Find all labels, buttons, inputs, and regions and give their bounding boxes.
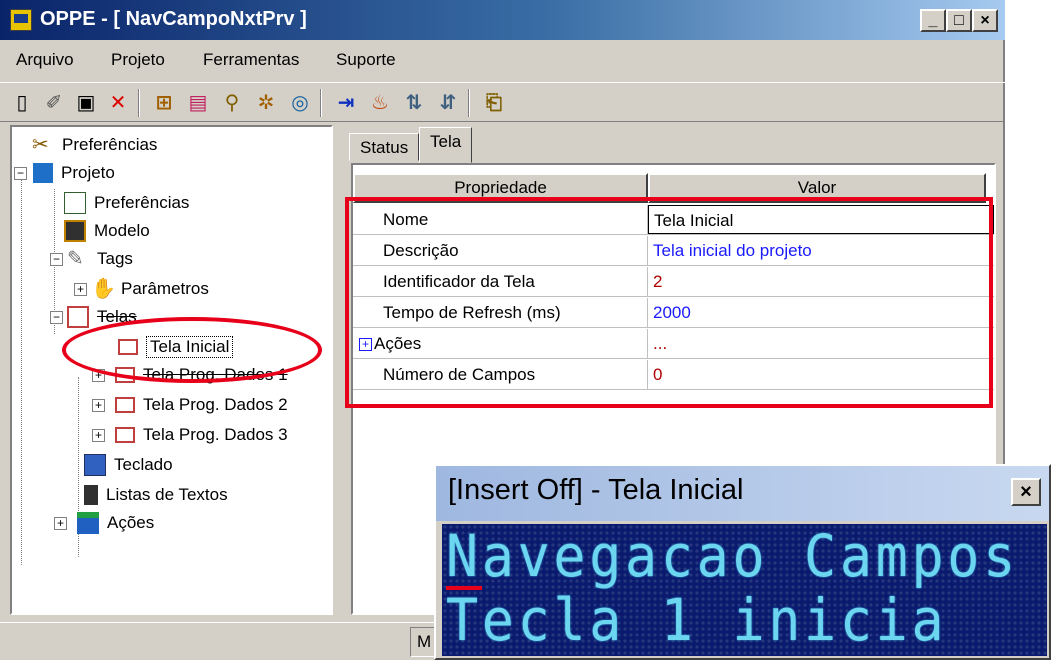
lcd-preview-window: [Insert Off] - Tela Inicial × Navegacao … [434, 464, 1051, 660]
window-title: OPPE - [ NavCampoNxtPrv ] [40, 8, 307, 30]
screens-icon [67, 306, 89, 328]
lcd-close-button[interactable]: × [1011, 478, 1041, 506]
tree-item-tela-prog-2[interactable]: + Tela Prog. Dados 2 [92, 391, 288, 419]
toolbar-separator [468, 89, 470, 117]
refresh-icon[interactable]: ◎ [286, 89, 314, 117]
project-icon [33, 163, 53, 183]
wrench-icon: ✂ [32, 134, 49, 156]
menu-projeto[interactable]: Projeto [111, 50, 165, 70]
expand-icon[interactable]: + [92, 428, 105, 442]
lcd-window-title: [Insert Off] - Tela Inicial [448, 474, 744, 506]
transfer-icon[interactable]: ⇅ [400, 89, 428, 117]
tree-item-acoes[interactable]: + Ações [54, 509, 154, 537]
expand-icon[interactable]: + [54, 516, 67, 530]
minimize-button[interactable]: _ [920, 9, 946, 32]
collapse-icon[interactable]: − [50, 310, 63, 324]
toolbar-separator [320, 89, 322, 117]
tree-item-teclado[interactable]: Teclado [84, 451, 173, 479]
tree-item-listas[interactable]: Listas de Textos [84, 481, 228, 509]
text-list-icon [84, 485, 98, 505]
exit-icon[interactable]: ⎗ [480, 89, 508, 117]
keyboard-icon [84, 454, 106, 476]
tree-item-preferencias-root[interactable]: ✂ Preferências [32, 131, 157, 159]
tree-item-parametros[interactable]: + ✋ Parâmetros [74, 275, 209, 303]
title-bar[interactable]: OPPE - [ NavCampoNxtPrv ] _ □ × [0, 0, 1005, 40]
close-button[interactable]: × [972, 9, 998, 32]
tree-item-tags[interactable]: − ✎ Tags [50, 245, 133, 273]
open-folder-icon[interactable]: ✐ [40, 89, 68, 117]
menu-suporte[interactable]: Suporte [336, 50, 396, 70]
parameters-icon: ✋ [91, 278, 116, 300]
tab-tela[interactable]: Tela [419, 127, 473, 163]
download-icon[interactable]: ♨ [366, 89, 394, 117]
upload-icon[interactable]: ⇵ [434, 89, 462, 117]
new-file-icon[interactable]: ▯ [8, 89, 36, 117]
tree-item-projeto[interactable]: − Projeto [14, 159, 115, 187]
settings-list-icon [64, 192, 86, 214]
expand-icon[interactable]: + [92, 398, 105, 412]
params-icon[interactable]: ✲ [252, 89, 280, 117]
collapse-icon[interactable]: − [14, 166, 27, 180]
tags-icon: ✎ [67, 248, 84, 270]
lcd-title-bar[interactable]: [Insert Off] - Tela Inicial × [436, 466, 1049, 521]
app-icon [10, 9, 32, 31]
lcd-display: Navegacao Campos Tecla 1 inicia [442, 524, 1047, 656]
highlight-ellipse [62, 317, 322, 383]
menu-bar: Arquivo Projeto Ferramentas Suporte [0, 44, 1005, 80]
tree-item-tela-prog-3[interactable]: + Tela Prog. Dados 3 [92, 421, 288, 449]
delete-icon[interactable]: ✕ [104, 89, 132, 117]
compile-icon[interactable]: ⇥ [332, 89, 360, 117]
highlight-rectangle [345, 197, 993, 408]
screen-icon [115, 397, 135, 413]
model-icon [64, 220, 86, 242]
toolbar: ▯ ✐ ▣ ✕ ⊞ ▤ ⚲ ✲ ◎ ⇥ ♨ ⇅ ⇵ ⎗ [0, 82, 1005, 122]
lcd-line-1: Navegacao Campos [446, 524, 1019, 590]
screen-icon [115, 427, 135, 443]
lcd-line-2: Tecla 1 inicia [446, 586, 948, 654]
tree-item-modelo[interactable]: Modelo [64, 217, 150, 245]
save-icon[interactable]: ▣ [72, 89, 100, 117]
tree-item-preferencias[interactable]: Preferências [64, 189, 189, 217]
toolbar-separator [138, 89, 140, 117]
tag-icon[interactable]: ⚲ [218, 89, 246, 117]
menu-arquivo[interactable]: Arquivo [16, 50, 74, 70]
expand-icon[interactable]: + [74, 282, 87, 296]
tab-status[interactable]: Status [349, 133, 420, 161]
screen-add-icon[interactable]: ▤ [184, 89, 212, 117]
menu-ferramentas[interactable]: Ferramentas [203, 50, 299, 70]
actions-icon [77, 512, 99, 534]
tab-strip: Status Tela [343, 125, 998, 163]
collapse-icon[interactable]: − [50, 252, 63, 266]
maximize-button[interactable]: □ [946, 9, 972, 32]
tree-add-icon[interactable]: ⊞ [150, 89, 178, 117]
